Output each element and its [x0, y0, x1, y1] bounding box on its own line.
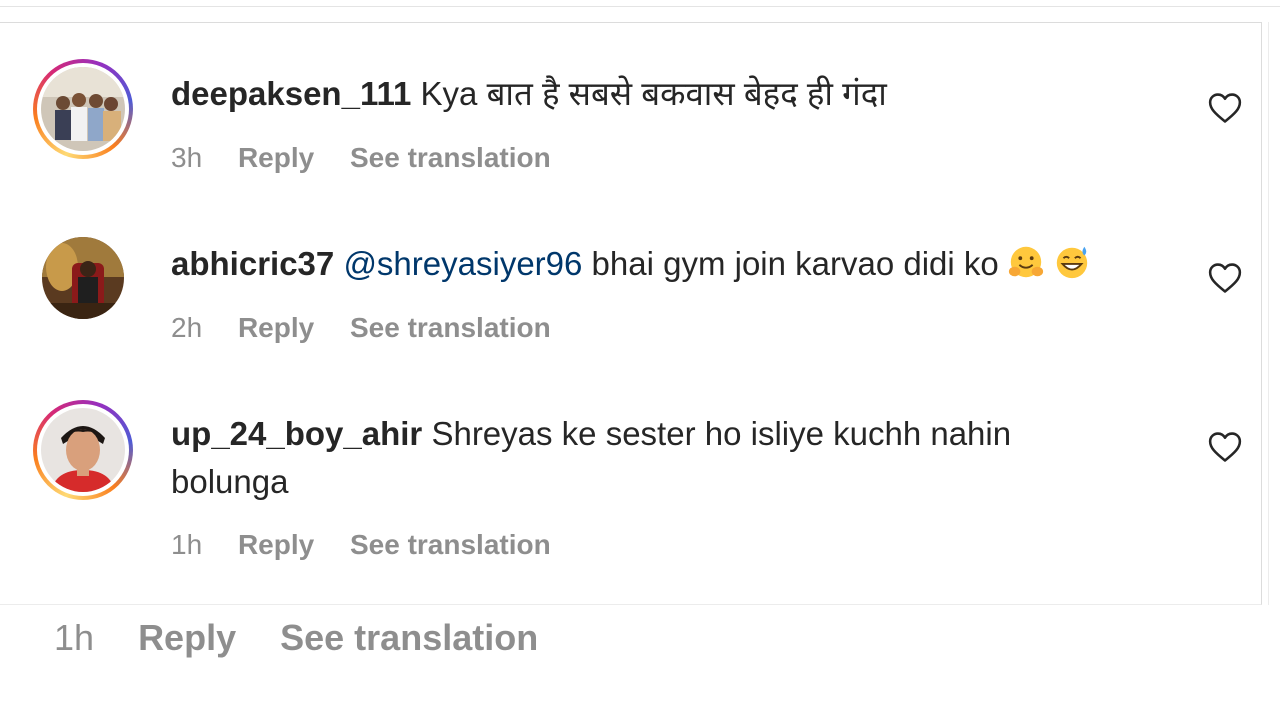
footer-reply-button[interactable]: Reply [138, 617, 236, 658]
story-ring-avatar[interactable] [33, 59, 133, 159]
comment-body-continued: bolunga [171, 463, 289, 500]
footer-time[interactable]: 1h [54, 617, 94, 658]
heart-icon[interactable] [1208, 262, 1242, 294]
comment-text: deepaksen_111 Kya बात है सबसे बकवास बेहद… [171, 70, 1161, 118]
reply-button[interactable]: Reply [238, 312, 314, 343]
comment-username[interactable]: deepaksen_111 [171, 75, 411, 112]
heart-icon[interactable] [1208, 92, 1242, 124]
comment-text: abhicric37 @shreyasiyer96 bhai gym join … [171, 240, 1161, 288]
comment-body: Shreyas ke sester ho isliye kuchh nahin [431, 415, 1012, 452]
comment-username[interactable]: up_24_boy_ahir [171, 415, 422, 452]
top-divider [0, 6, 1280, 7]
story-ring-avatar[interactable] [33, 400, 133, 500]
comment-body: Kya बात है सबसे बकवास बेहद ही गंदा [420, 75, 887, 112]
comment-text: up_24_boy_ahir Shreyas ke sester ho isli… [171, 410, 1161, 506]
comment-body: bhai gym join karvao didi ko [591, 245, 999, 282]
comment-time[interactable]: 3h [171, 142, 202, 173]
footer-see-translation-button[interactable]: See translation [280, 617, 538, 658]
comment-username[interactable]: abhicric37 [171, 245, 334, 282]
reply-button[interactable]: Reply [238, 142, 314, 173]
comment-time[interactable]: 1h [171, 529, 202, 560]
comment-meta: 1h Reply See translation [171, 529, 579, 561]
hugging-face-emoji [1008, 246, 1043, 278]
person-on-chair-avatar [42, 237, 124, 319]
heart-icon[interactable] [1208, 431, 1242, 463]
see-translation-button[interactable]: See translation [350, 312, 551, 343]
see-translation-button[interactable]: See translation [350, 529, 551, 560]
scrollbar-track[interactable] [1268, 22, 1280, 605]
footer-meta: 1h Reply See translation [54, 617, 572, 659]
comment-time[interactable]: 2h [171, 312, 202, 343]
user-mention-link[interactable]: @shreyasiyer96 [343, 245, 582, 282]
comment-meta: 3h Reply See translation [171, 142, 579, 174]
avatar[interactable] [42, 237, 124, 319]
see-translation-button[interactable]: See translation [350, 142, 551, 173]
grinning-sweat-emoji [1056, 246, 1087, 279]
group-photo-avatar [41, 67, 125, 151]
reply-button[interactable]: Reply [238, 529, 314, 560]
portrait-avatar [41, 408, 125, 492]
comment-meta: 2h Reply See translation [171, 312, 579, 344]
